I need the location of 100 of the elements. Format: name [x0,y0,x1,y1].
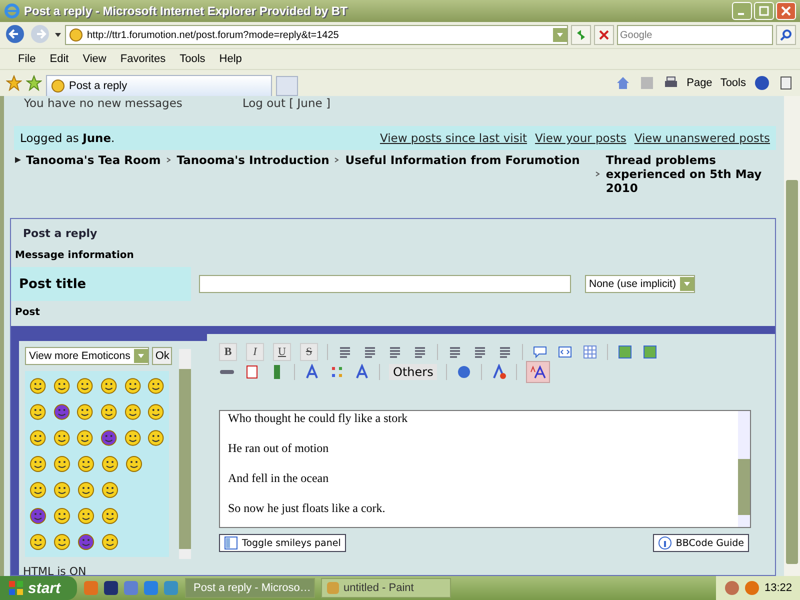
caret-icon[interactable] [54,31,62,39]
quote-icon[interactable] [532,344,548,360]
message-line: Who thought he could fly like a stork [228,411,409,426]
start-button[interactable]: start [0,576,77,600]
smiley-icon[interactable] [124,403,142,421]
scrollbar[interactable] [179,349,191,559]
add-favorite-icon[interactable] [26,75,42,91]
smiley-icon[interactable] [125,455,143,473]
browser-tab[interactable]: Post a reply [46,75,272,96]
info-icon [658,536,672,550]
breadcrumb-link[interactable]: Thread problems experienced on 5th May 2010 [606,153,766,195]
format-button[interactable]: S [300,343,318,361]
grid-icon[interactable] [329,364,345,380]
smiley-icon[interactable] [29,377,47,395]
emoticons-select[interactable]: View more Emoticons [25,347,150,365]
breadcrumb-link[interactable]: Useful Information from Forumotion [345,153,580,167]
bbcode-guide-button[interactable]: BBCode Guide [652,534,749,552]
command-menu[interactable]: Tools [720,77,746,89]
smiley-icon[interactable] [77,455,95,473]
format-button[interactable]: U [273,343,291,361]
menu-item[interactable]: Help [219,53,242,65]
smiley-icon[interactable] [147,403,166,421]
smiley-icon[interactable] [100,403,118,421]
smiley-icon[interactable] [147,429,166,447]
smiley-icon[interactable] [53,533,71,551]
smiley-icon[interactable] [100,429,118,447]
close-button[interactable] [776,2,796,20]
refresh-button[interactable] [571,25,591,45]
circle-icon[interactable] [744,580,760,596]
address-field[interactable]: http://ttr1.forumotion.net/post.forum?mode=reply&t=1425 [65,25,568,45]
menu-item[interactable]: Tools [180,53,206,65]
stop-button[interactable] [594,25,614,45]
smiley-icon[interactable] [29,481,47,499]
smiley-icon[interactable] [124,377,142,395]
smiley-icon[interactable] [101,507,119,525]
smiley-icon[interactable] [29,429,47,447]
font-icon[interactable] [354,364,370,380]
close-icon [781,6,791,16]
menu-item[interactable]: File [18,53,36,65]
font-icon[interactable] [304,364,320,380]
ok-button[interactable]: Ok [152,347,172,365]
smiley-icon[interactable] [29,507,47,525]
quick-link[interactable]: View unanswered posts [634,131,770,145]
smiley-icon[interactable] [52,403,70,421]
smiley-icon[interactable] [53,455,71,473]
smiley-icon[interactable] [124,429,142,447]
triangle-icon [14,156,22,164]
toggle-smileys-button[interactable]: Toggle smileys panel [219,534,346,552]
post-title-field[interactable] [199,275,571,293]
smiley-icon[interactable] [29,533,47,551]
section-label: Post [14,307,41,318]
others-button[interactable]: Others [389,364,438,380]
windows-logo-icon [8,580,24,596]
smiley-icon[interactable] [52,377,70,395]
home-icon[interactable] [614,75,631,91]
search-button[interactable] [776,25,796,45]
icon-select[interactable]: None (use implicit) [585,275,695,293]
taskbar-button[interactable]: untitled - Paint [320,578,451,598]
smiley-icon[interactable] [76,377,94,395]
search-field[interactable]: Google [617,25,773,45]
smiley-icon[interactable] [29,403,47,421]
page-scrollbar[interactable] [784,96,800,576]
format-button[interactable]: B [219,343,237,361]
command-menu[interactable]: Page [686,77,712,89]
menu-item[interactable]: Edit [50,53,69,65]
smiley-icon[interactable] [77,507,95,525]
smiley-icon[interactable] [76,429,94,447]
logout-link[interactable]: Log out [ June ] [242,96,330,114]
smiley-icon[interactable] [53,481,71,499]
messages-link[interactable]: You have no new messages [24,96,182,114]
menu-item[interactable]: Favorites [120,53,166,65]
breadcrumb-link[interactable]: Tanooma's Introduction [176,153,330,167]
smiley-icon[interactable] [147,377,166,395]
quick-link[interactable]: View posts since last visit [380,131,528,145]
smiley-icon[interactable] [77,481,95,499]
smiley-icon[interactable] [29,455,47,473]
smiley-icon[interactable] [52,429,70,447]
editor-mode-toggle[interactable] [526,361,550,383]
quick-launch-icon[interactable] [102,580,119,596]
table-icon[interactable] [582,344,598,360]
message-field[interactable]: Who thought he could fly like a stork He ran out of motion And fell in the ocean So now he just floats like a cork. [219,410,751,528]
post-title-label: Post title [11,267,191,301]
quick-link[interactable]: View your posts [535,131,626,145]
breadcrumb-link[interactable]: Tanooma's Tea Room [26,153,161,167]
smiley-icon[interactable] [101,455,119,473]
smiley-icon [51,79,65,93]
scrollbar[interactable] [738,411,750,527]
star-icon[interactable] [6,75,22,91]
code-icon[interactable] [557,344,573,360]
smiley-icon[interactable] [101,533,119,551]
format-button[interactable]: I [246,343,264,361]
back-button[interactable] [4,24,26,46]
smiley-icon[interactable] [101,481,119,499]
smiley-icon[interactable] [77,533,95,551]
menu-item[interactable]: View [82,53,106,65]
smiley-icon[interactable] [100,377,118,395]
chevron-icon [333,156,342,164]
circle-icon[interactable] [724,580,740,596]
smiley-icon[interactable] [53,507,71,525]
smiley-icon[interactable] [76,403,94,421]
